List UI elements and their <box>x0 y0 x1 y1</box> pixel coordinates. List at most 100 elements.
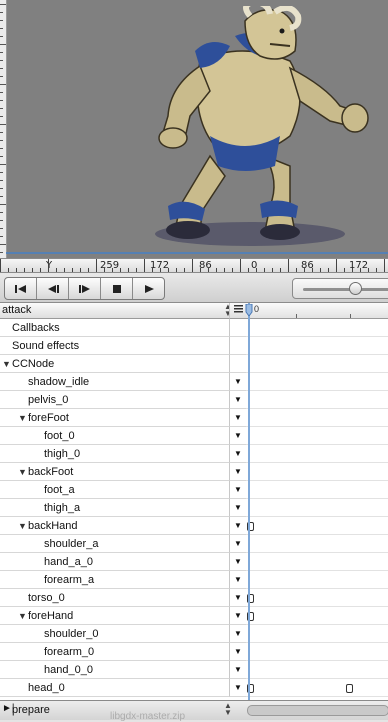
stage-canvas[interactable] <box>0 0 388 258</box>
ruler-tick <box>8 268 9 272</box>
keyframe-row[interactable] <box>246 463 388 481</box>
property-menu-button[interactable]: ▼ <box>229 535 246 553</box>
keyframe-row[interactable] <box>246 319 388 337</box>
keyframe-row[interactable] <box>246 445 388 463</box>
timeline-row[interactable]: hand_0_0 <box>0 661 229 679</box>
horizontal-ruler: Y 259 172 86 0 86 172 <box>0 258 388 273</box>
keyframe-row[interactable] <box>246 625 388 643</box>
timeline-row[interactable]: thigh_a <box>0 499 229 517</box>
stop-button[interactable] <box>101 278 133 299</box>
keyframe-row[interactable] <box>246 337 388 355</box>
ruler-tick <box>304 268 305 272</box>
keyframe-row[interactable] <box>246 391 388 409</box>
node-label: shoulder_0 <box>44 628 99 640</box>
node-label: forearm_a <box>44 574 95 586</box>
slider-knob[interactable] <box>349 282 362 295</box>
ruler-tick <box>280 268 281 272</box>
ruler-tick <box>0 84 6 85</box>
keyframe-row[interactable] <box>246 553 388 571</box>
step-forward-button[interactable] <box>69 278 101 299</box>
keyframe-row[interactable] <box>246 679 388 697</box>
timeline-row[interactable]: shoulder_0 <box>0 625 229 643</box>
timeline-row[interactable]: ▼ backHand <box>0 517 229 535</box>
timeline-row[interactable]: ▼ backFoot <box>0 463 229 481</box>
menu-column-header[interactable] <box>229 303 246 319</box>
timeline-row[interactable]: Sound effects <box>0 337 229 355</box>
property-menu-button[interactable]: ▼ <box>229 661 246 679</box>
ruler-tick <box>0 132 3 133</box>
property-menu-button[interactable]: ▼ <box>229 499 246 517</box>
keyframe-row[interactable] <box>246 517 388 535</box>
timeline-row[interactable]: hand_a_0 <box>0 553 229 571</box>
keyframe-row[interactable] <box>246 409 388 427</box>
timeline-row[interactable]: thigh_0 <box>0 445 229 463</box>
keyframe-row[interactable] <box>246 355 388 373</box>
timeline-row[interactable]: shoulder_a <box>0 535 229 553</box>
timeline-row[interactable]: torso_0 <box>0 589 229 607</box>
keyframe-row[interactable] <box>246 643 388 661</box>
timeline-row[interactable]: Callbacks <box>0 319 229 337</box>
node-label: Callbacks <box>12 322 60 334</box>
playhead[interactable] <box>248 303 250 700</box>
property-menu-button[interactable]: ▼ <box>229 625 246 643</box>
timeline-row[interactable]: foot_0 <box>0 427 229 445</box>
timeline-row[interactable]: forearm_0 <box>0 643 229 661</box>
ruler-tick <box>56 268 57 272</box>
node-label: foreHand <box>28 610 74 622</box>
timeline-row[interactable]: shadow_idle <box>0 373 229 391</box>
keyframe-row[interactable] <box>246 661 388 679</box>
timeline-row[interactable]: ▼ CCNode <box>0 355 229 373</box>
property-menu-button[interactable]: ▼ <box>229 427 246 445</box>
keyframe-row[interactable] <box>246 571 388 589</box>
playhead-handle[interactable] <box>245 304 253 316</box>
timeline-zoom-slider[interactable] <box>292 278 388 299</box>
property-menu-button[interactable]: ▼ <box>229 409 246 427</box>
property-menu-button[interactable]: ▼ <box>229 607 246 625</box>
timeline-row[interactable]: ▼ foreFoot <box>0 409 229 427</box>
keyframe-row[interactable] <box>246 607 388 625</box>
ruler-tick <box>352 268 353 272</box>
keyframe-marker[interactable] <box>346 684 353 693</box>
timeline-row[interactable]: head_0 <box>0 679 229 697</box>
timeline-row[interactable]: foot_a <box>0 481 229 499</box>
timeline-row[interactable]: ▼ foreHand <box>0 607 229 625</box>
ruler-tick <box>0 252 3 253</box>
ruler-tick <box>0 228 3 229</box>
keyframe-row[interactable] <box>246 481 388 499</box>
keyframe-row[interactable] <box>246 589 388 607</box>
ruler-tick <box>184 268 185 272</box>
keyframe-row[interactable] <box>246 373 388 391</box>
property-menu-button[interactable]: ▼ <box>229 445 246 463</box>
keyframe-row[interactable] <box>246 499 388 517</box>
go-to-start-button[interactable] <box>5 278 37 299</box>
property-menu-button[interactable]: ▼ <box>229 589 246 607</box>
keyframe-row[interactable] <box>246 535 388 553</box>
keyframe-row[interactable] <box>246 427 388 445</box>
property-menu-button[interactable]: ▼ <box>229 679 246 697</box>
ruler-tick <box>344 268 345 272</box>
chained-sequence-dropdown-icon[interactable]: ▲ ▼ <box>224 702 232 717</box>
expand-triangle-icon[interactable]: ▼ <box>2 355 11 373</box>
property-menu-button[interactable]: ▼ <box>229 553 246 571</box>
play-button[interactable] <box>133 278 164 299</box>
step-back-button[interactable] <box>37 278 69 299</box>
property-menu-button[interactable]: ▼ <box>229 391 246 409</box>
expand-triangle-icon[interactable]: ▼ <box>18 463 27 481</box>
expand-triangle-icon[interactable]: ▼ <box>18 409 27 427</box>
monster-sprite[interactable] <box>140 6 380 248</box>
timeline-row[interactable]: forearm_a <box>0 571 229 589</box>
sequence-selector[interactable]: attack ▲ ▼ <box>0 303 232 319</box>
property-menu-button[interactable]: ▼ <box>229 571 246 589</box>
playback-toolbar <box>0 273 388 303</box>
expand-triangle-icon[interactable]: ▼ <box>18 517 27 535</box>
property-menu-button[interactable]: ▼ <box>229 373 246 391</box>
timeline-horizontal-scrollbar[interactable] <box>247 705 388 716</box>
keyframe-track[interactable]: 0 <box>246 303 388 697</box>
timeline-row[interactable]: pelvis_0 <box>0 391 229 409</box>
property-menu-button[interactable]: ▼ <box>229 643 246 661</box>
property-menu-button[interactable]: ▼ <box>229 463 246 481</box>
property-menu-button[interactable]: ▼ <box>229 517 246 535</box>
property-menu-button[interactable]: ▼ <box>229 481 246 499</box>
ruler-tick <box>0 148 3 149</box>
expand-triangle-icon[interactable]: ▼ <box>18 607 27 625</box>
